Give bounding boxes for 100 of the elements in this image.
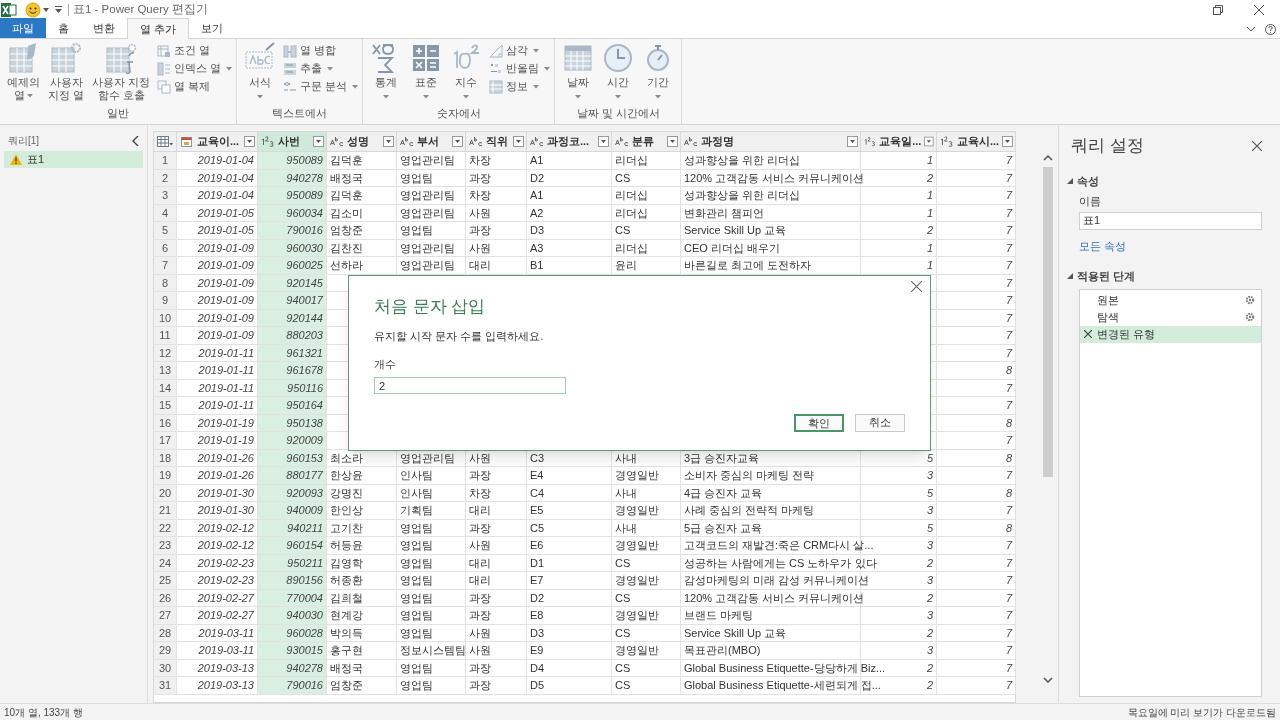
text-type-icon (684, 136, 698, 147)
column-header[interactable]: 사번 (258, 132, 327, 151)
column-header[interactable]: 과정코... (527, 132, 612, 151)
ribbon-button[interactable]: 지수 (447, 42, 486, 105)
ribbon-button[interactable]: 반올림 (489, 60, 551, 77)
collapse-caret-icon[interactable] (1247, 27, 1255, 32)
table-cell-text: 7 (1005, 433, 1012, 448)
ribbon-button[interactable]: 사용자 지정 열 (45, 42, 88, 105)
ribbon-button[interactable]: 열 복제 (157, 78, 233, 95)
close-icon[interactable] (1252, 140, 1262, 151)
file-tab[interactable]: 파일 (0, 18, 46, 38)
table-cell-text: D3 (530, 625, 545, 641)
ribbon-button[interactable]: 추출 (283, 60, 359, 77)
query-item[interactable]: 표1 (4, 151, 143, 168)
table-cell-text: 사내 (615, 520, 637, 536)
table-cell-text: C4 (530, 485, 545, 501)
column-header[interactable]: 직위 (466, 132, 527, 151)
ribbon-button[interactable]: 날짜 (559, 42, 598, 105)
ribbon-button[interactable]: 구문 분석 (283, 78, 359, 95)
ribbon-button[interactable]: 서식 (241, 42, 280, 105)
table-cell-text: 과장 (469, 170, 491, 186)
table-cell-text: 영업관리팀 (400, 240, 455, 256)
filter-dropdown-icon[interactable] (1002, 136, 1013, 147)
scroll-up-icon[interactable] (1042, 155, 1053, 161)
smiley-icon[interactable] (25, 1, 41, 18)
all-properties-link[interactable]: 모든 속성 (1079, 237, 1127, 254)
close-icon[interactable] (911, 281, 922, 292)
applied-step[interactable]: 변경된 유형 (1080, 325, 1261, 343)
table-cell-text: 2019-01-11 (198, 345, 254, 361)
ribbon-button[interactable]: 열 병합 (283, 42, 359, 59)
scroll-down-icon[interactable] (1042, 677, 1053, 683)
table-cell-text: 경영일반 (615, 573, 659, 588)
table-menu-icon[interactable] (157, 136, 173, 147)
applied-step[interactable]: 원본 (1080, 291, 1261, 309)
ribbon-button[interactable]: 시간 (599, 42, 638, 105)
ribbon-button[interactable]: 조건 열 (157, 42, 233, 59)
filter-dropdown-icon[interactable] (244, 136, 255, 147)
table-cell-text: 대리 (469, 258, 491, 273)
name-field[interactable]: 표1 (1079, 211, 1262, 230)
ribbon-button[interactable]: 인덱스 열 (157, 60, 233, 77)
filter-dropdown-icon[interactable] (598, 136, 609, 147)
table-cell-text: 940030 (286, 608, 323, 623)
column-header[interactable]: 성명 (327, 132, 397, 151)
ribbon-tab[interactable]: 열 추가 (127, 18, 190, 39)
table-cell-text: 경영일반 (615, 468, 659, 483)
applied-step[interactable]: 탐색 (1080, 308, 1261, 326)
clock-icon (602, 42, 635, 74)
settings-icon[interactable] (1245, 295, 1255, 305)
column-header[interactable]: 교육일... (861, 132, 937, 151)
ribbon-tab[interactable]: 홈 (46, 18, 81, 38)
count-field[interactable]: 2 (374, 377, 566, 395)
table-cell-text: 2 (926, 625, 933, 641)
caret-icon[interactable] (43, 6, 49, 13)
ribbon-button[interactable]: 기간 (639, 42, 678, 105)
filter-dropdown-icon[interactable] (667, 136, 678, 147)
table-cell-text: 770004 (286, 590, 323, 606)
table-cell-text: 박의득 (330, 625, 363, 641)
ribbon-button[interactable]: 예제의 열 (4, 42, 43, 105)
ribbon-group-label: 텍스트에서 (271, 105, 329, 121)
ribbon-button[interactable]: 삼각 (489, 42, 551, 59)
table-cell-text: E4 (530, 468, 544, 483)
column-header[interactable]: 분류 (612, 132, 681, 151)
filter-dropdown-icon[interactable] (847, 136, 858, 147)
filter-dropdown-icon[interactable] (383, 136, 394, 147)
close-icon[interactable] (1254, 4, 1264, 15)
column-header[interactable]: 과정명 (681, 132, 861, 151)
filter-dropdown-icon[interactable] (924, 136, 934, 147)
table-cell-text: 7 (1005, 310, 1012, 326)
help-icon[interactable] (1265, 24, 1276, 35)
cancel-button[interactable]: 취소 (855, 414, 905, 432)
scrollbar-thumb[interactable] (1042, 167, 1053, 477)
ribbon-button[interactable]: 통계 (367, 42, 406, 105)
filter-dropdown-icon[interactable] (313, 136, 324, 147)
ok-button[interactable]: 확인 (794, 414, 844, 432)
delete-step-icon[interactable] (1084, 330, 1092, 338)
expand-triangle-icon[interactable] (1067, 273, 1073, 280)
table-cell-text: D1 (530, 555, 545, 571)
table-cell-text: 영업팀 (400, 660, 433, 676)
settings-icon[interactable] (1245, 312, 1255, 322)
table-cell-text: 김덕훈 (330, 188, 363, 203)
table-cell-text: 과장 (469, 223, 491, 238)
customize-icon[interactable] (55, 6, 62, 13)
ribbon-button[interactable]: 정보 (489, 78, 551, 95)
column-header[interactable]: 부서 (397, 132, 466, 151)
ribbon-button[interactable]: 표준 (407, 42, 446, 105)
ribbon-button[interactable]: 사용자 지정 함수 호출 (89, 42, 154, 105)
table-cell-text: 7 (1005, 590, 1012, 606)
column-header[interactable]: 교육시... (937, 132, 1016, 151)
ribbon-group-label: 날짜 및 시간에서 (575, 105, 661, 121)
ribbon-tab[interactable]: 보기 (189, 18, 236, 38)
table-cell-text: 리더십 (615, 240, 648, 256)
expand-triangle-icon[interactable] (1067, 177, 1073, 184)
filter-dropdown-icon[interactable] (513, 136, 524, 147)
table-cell-text: CS (615, 170, 631, 186)
filter-dropdown-icon[interactable] (452, 136, 463, 147)
collapse-pane-icon[interactable] (132, 135, 139, 146)
column-header[interactable]: 교육이... (177, 132, 258, 151)
restore-icon[interactable] (1213, 4, 1223, 15)
table-cell-text: 한상윤 (330, 468, 363, 483)
ribbon-tab[interactable]: 변환 (81, 18, 127, 38)
